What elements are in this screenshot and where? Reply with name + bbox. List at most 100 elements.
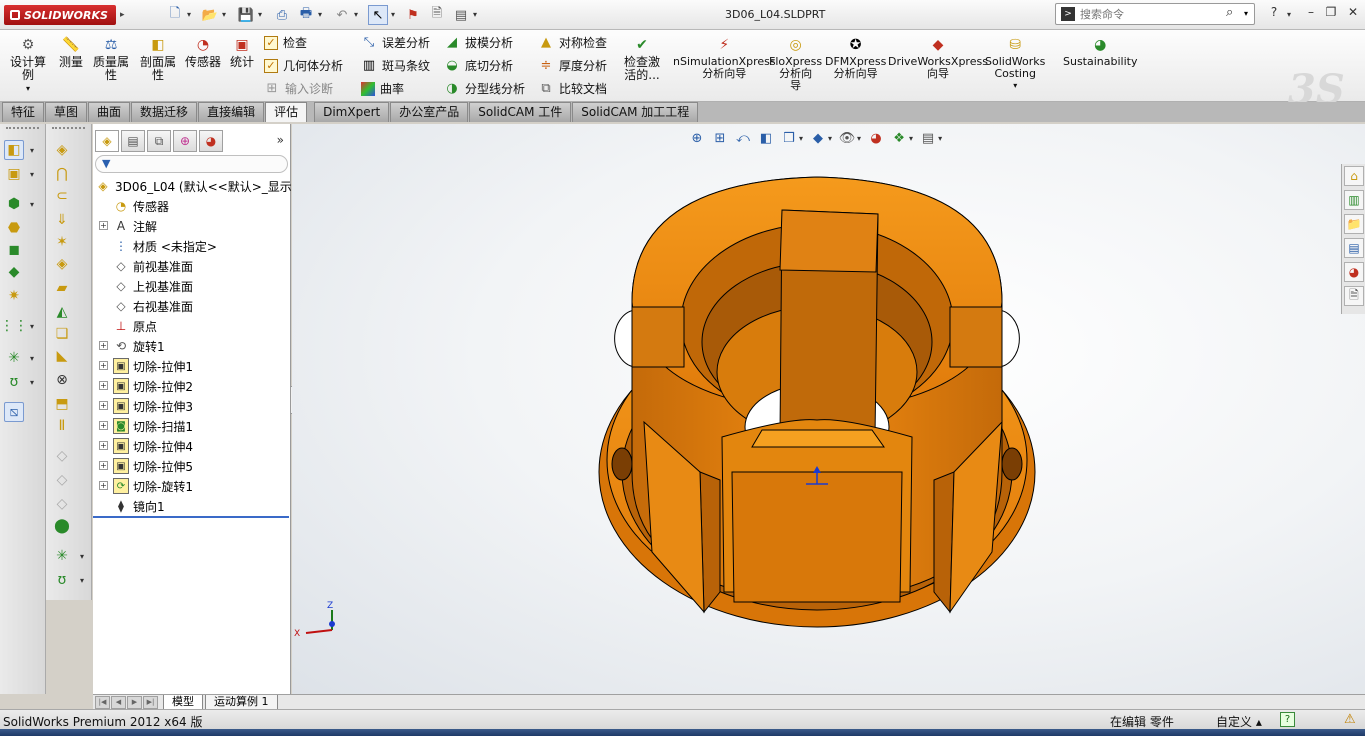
tree-node[interactable]: ▣ 切除-拉伸3 xyxy=(113,396,193,416)
chamfer-icon[interactable]: ◈ xyxy=(52,254,72,274)
tab-3[interactable]: 曲面 xyxy=(88,102,131,122)
disabled-tool-icon[interactable]: ◇ xyxy=(52,470,72,490)
zebra-stripes-button[interactable]: ▥ 斑马条纹 xyxy=(361,57,430,74)
curves-icon[interactable]: ʊ xyxy=(52,570,72,590)
toolbar-dropdown-icon[interactable]: ▾ xyxy=(30,170,34,179)
tab-2[interactable]: 草图 xyxy=(45,102,88,122)
design-library-icon[interactable]: ▥ xyxy=(1344,190,1364,210)
floxpress-button[interactable]: ◎ FloXpress 分析向 导 xyxy=(769,36,822,92)
toolbar-grip[interactable] xyxy=(6,127,39,131)
measure-button[interactable]: 📏 测量 xyxy=(59,36,83,69)
appearances-icon[interactable]: ◕ xyxy=(1344,262,1364,282)
toolbar-dropdown-icon[interactable]: ▾ xyxy=(30,322,34,331)
search-commands[interactable]: > ⌕ ▾ xyxy=(1055,3,1255,25)
sensor-button[interactable]: ◔ 传感器 xyxy=(185,36,221,69)
display-style-icon[interactable]: ◆ xyxy=(808,128,828,148)
save-icon[interactable]: 💾 xyxy=(236,5,256,25)
statistics-button[interactable]: ▣ 统计 xyxy=(230,36,254,69)
tab-1[interactable]: 特征 xyxy=(2,102,45,122)
design-study-button[interactable]: ⚙ 设计算 例 ▾ xyxy=(10,36,46,95)
tab-8[interactable]: 办公室产品 xyxy=(390,102,469,122)
toolbar-dropdown-icon[interactable]: ▾ xyxy=(30,146,34,155)
tree-node[interactable]: ▣ 切除-拉伸5 xyxy=(113,456,193,476)
rollback-bar[interactable] xyxy=(93,516,289,518)
dfmxpress-button[interactable]: ✪ DFMXpress 分析向导 xyxy=(825,36,886,80)
tab-5[interactable]: 直接编辑 xyxy=(198,102,265,122)
compare-documents-button[interactable]: ⧉ 比较文档 xyxy=(538,80,607,97)
tree-expand-icon[interactable]: + xyxy=(99,481,108,490)
custom-properties-icon[interactable]: 🗎 xyxy=(1344,286,1364,306)
view-settings-dropdown-icon[interactable]: ▾ xyxy=(938,134,942,143)
select-dropdown-icon[interactable]: ▾ xyxy=(391,10,395,19)
previous-view-icon[interactable]: ⤺ xyxy=(733,128,753,148)
toolbar-dropdown-icon[interactable]: ▾ xyxy=(30,200,34,209)
tab-6[interactable]: 评估 xyxy=(265,102,308,122)
help-icon[interactable]: ? xyxy=(1265,5,1283,23)
combine-icon[interactable]: ⬤ xyxy=(52,516,72,536)
tree-node[interactable]: A 注解 xyxy=(113,216,157,236)
tree-expand-icon[interactable]: + xyxy=(99,381,108,390)
expand-tabs-icon[interactable]: » xyxy=(277,133,284,147)
tree-node[interactable]: ◇ 右视基准面 xyxy=(113,296,193,316)
curvature-button[interactable]: 曲率 xyxy=(361,80,404,97)
print-dropdown-icon[interactable]: ▾ xyxy=(318,10,322,19)
close-icon[interactable]: ✕ xyxy=(1344,5,1362,23)
options-icon[interactable]: ▤ xyxy=(451,5,471,25)
rebuild-icon[interactable]: ⚑ xyxy=(403,5,423,25)
view-settings-icon[interactable]: ▤ xyxy=(918,128,938,148)
rib-icon[interactable]: ▰ xyxy=(52,278,72,298)
configuration-manager-tab[interactable]: ⧉ xyxy=(147,130,171,152)
toolbar-dropdown-icon[interactable]: ▾ xyxy=(30,378,34,387)
tab-10[interactable]: SolidCAM 加工工程 xyxy=(572,102,699,122)
prev-tab-icon[interactable]: ◀ xyxy=(111,696,126,709)
tree-node[interactable]: ⊥ 原点 xyxy=(113,316,157,336)
deviation-analysis-button[interactable]: ⤡ 误差分析 xyxy=(361,34,430,51)
parting-line-analysis-button[interactable]: ◑ 分型线分析 xyxy=(444,80,525,97)
check-button[interactable]: ✓ 检查 xyxy=(264,34,307,51)
new-document-icon[interactable]: 🗋 xyxy=(165,5,185,25)
toolbar-dropdown-icon[interactable]: ▾ xyxy=(80,576,84,585)
edit-appearance-icon[interactable]: ◕ xyxy=(866,128,886,148)
open-folder-icon[interactable]: 📂 xyxy=(200,5,220,25)
file-explorer-icon[interactable]: 📁 xyxy=(1344,214,1364,234)
tree-node[interactable]: ◇ 上视基准面 xyxy=(113,276,193,296)
tree-node[interactable]: ⋮ 材质 <未指定> xyxy=(113,236,217,256)
reference-geometry-icon[interactable]: ✳ xyxy=(52,546,72,566)
disabled-tool-icon[interactable]: ◇ xyxy=(52,494,72,514)
reference-geometry-icon[interactable]: ✳ xyxy=(4,348,24,368)
draft-analysis-button[interactable]: ◢ 拔模分析 xyxy=(444,34,513,51)
tree-filter[interactable]: ▼ xyxy=(95,155,288,173)
instant3d-icon[interactable]: ⧅ xyxy=(4,402,24,422)
model-tab[interactable]: 模型 xyxy=(163,695,203,710)
zoom-to-fit-icon[interactable]: ⊕ xyxy=(687,128,707,148)
view-palette-icon[interactable]: ▤ xyxy=(1344,238,1364,258)
toolbar-dropdown-icon[interactable]: ▾ xyxy=(80,552,84,561)
options-dropdown-icon[interactable]: ▾ xyxy=(473,10,477,19)
print-setup-icon[interactable]: ⎙ xyxy=(272,5,292,25)
feature-manager-tab[interactable]: ◈ xyxy=(95,130,119,152)
tree-node[interactable]: ◙ 切除-扫描1 xyxy=(113,416,193,436)
view-orientation-icon[interactable]: ❒ xyxy=(779,128,799,148)
property-manager-tab[interactable]: ▤ xyxy=(121,130,145,152)
cut-revolve-tool-icon[interactable]: ⋂ xyxy=(52,164,72,184)
mirror-tool-icon[interactable]: Ⅱ xyxy=(52,416,72,436)
first-tab-icon[interactable]: |◀ xyxy=(95,696,110,709)
toolbar-dropdown-icon[interactable]: ▾ xyxy=(30,354,34,363)
tree-node[interactable]: ⟲ 旋转1 xyxy=(113,336,165,356)
hide-show-dropdown-icon[interactable]: ▾ xyxy=(857,134,861,143)
part-model-3d[interactable] xyxy=(592,172,1042,642)
sweep-icon[interactable]: ⬣ xyxy=(4,218,24,238)
tree-node[interactable]: ▣ 切除-拉伸1 xyxy=(113,356,193,376)
apply-scene-dropdown-icon[interactable]: ▾ xyxy=(909,134,913,143)
tree-root[interactable]: ◈ 3D06_L04 (默认<<默认>_显示 xyxy=(95,176,291,196)
restore-icon[interactable]: ❐ xyxy=(1322,5,1340,23)
zoom-to-area-icon[interactable]: ⊞ xyxy=(710,128,730,148)
dimxpert-manager-tab[interactable]: ⊕ xyxy=(173,130,197,152)
simulation-xpress-button[interactable]: ⚡ nSimulationXpress 分析向导 xyxy=(673,36,776,80)
intersect-icon[interactable]: ⬒ xyxy=(52,394,72,414)
rebuild-warning-icon[interactable]: ⚠ xyxy=(1344,712,1356,727)
fillet-icon[interactable]: ✷ xyxy=(4,286,24,306)
extrude-icon[interactable]: ▣ xyxy=(4,164,24,184)
costing-button[interactable]: ⛁ SolidWorks Costing ▾ xyxy=(985,36,1045,92)
save-dropdown-icon[interactable]: ▾ xyxy=(258,10,262,19)
